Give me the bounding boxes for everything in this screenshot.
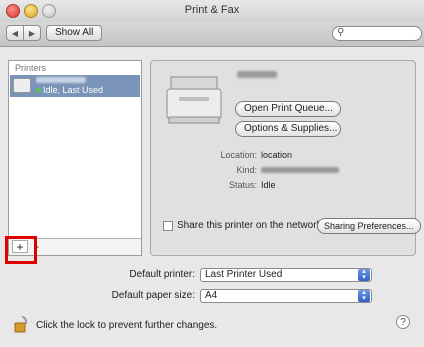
options-supplies-button[interactable]: Options & Supplies... — [235, 121, 341, 137]
status-label: Status: — [228, 180, 257, 190]
printers-list: Printers Idle, Last Used + - — [8, 60, 142, 256]
default-paper-size-label: Default paper size: — [111, 290, 195, 301]
search-input[interactable]: ⚲ — [332, 26, 422, 41]
forward-button[interactable]: ▶ — [23, 25, 41, 41]
default-paper-size-select[interactable]: A4 ▴ ▾ — [200, 289, 372, 303]
default-printer-select[interactable]: Last Printer Used ▴ ▾ — [200, 268, 372, 282]
printer-ip-redacted — [237, 71, 277, 78]
printer-details-panel: Open Print Queue... Options & Supplies..… — [150, 60, 421, 256]
status-dot-icon — [36, 88, 41, 93]
kind-value-redacted — [261, 165, 339, 175]
sharing-preferences-button[interactable]: Sharing Preferences... — [317, 218, 421, 234]
share-printer-checkbox[interactable] — [163, 221, 173, 231]
share-printer-label: Share this printer on the network — [177, 220, 322, 231]
title-bar: Print & Fax — [0, 0, 424, 23]
open-print-queue-button[interactable]: Open Print Queue... — [235, 101, 341, 117]
default-paper-size-value: A4 — [205, 290, 218, 301]
kind-label: Kind: — [236, 165, 257, 175]
forward-arrow-icon: ▶ — [28, 29, 36, 38]
add-button-highlight — [5, 236, 37, 264]
help-button[interactable]: ? — [396, 315, 410, 329]
printer-image-icon — [166, 76, 222, 124]
status-value: Idle — [261, 180, 276, 190]
select-arrows-icon: ▴ ▾ — [358, 289, 370, 302]
printer-list-item[interactable]: Idle, Last Used — [10, 75, 140, 97]
lock-message: Click the lock to prevent further change… — [36, 320, 218, 331]
window-title: Print & Fax — [184, 4, 240, 16]
default-printer-label: Default printer: — [129, 269, 195, 280]
location-label: Location: — [220, 150, 257, 160]
back-button[interactable]: ◀ — [6, 25, 24, 41]
show-all-button[interactable]: Show All — [46, 25, 103, 41]
printer-thumbnail-icon — [13, 78, 31, 93]
printer-item-status: Idle, Last Used — [36, 85, 103, 95]
back-arrow-icon: ◀ — [11, 29, 19, 38]
toolbar: ◀ ▶ Show All ⚲ — [0, 22, 424, 47]
printers-header: Printers — [15, 63, 47, 73]
select-arrows-icon: ▴ ▾ — [358, 268, 370, 281]
default-printer-value: Last Printer Used — [205, 269, 283, 280]
lock-icon[interactable] — [14, 315, 30, 333]
printer-name-redacted — [36, 77, 86, 83]
printer-status-text: Idle, Last Used — [43, 85, 104, 95]
search-icon: ⚲ — [337, 27, 345, 38]
location-value: location — [261, 150, 293, 160]
